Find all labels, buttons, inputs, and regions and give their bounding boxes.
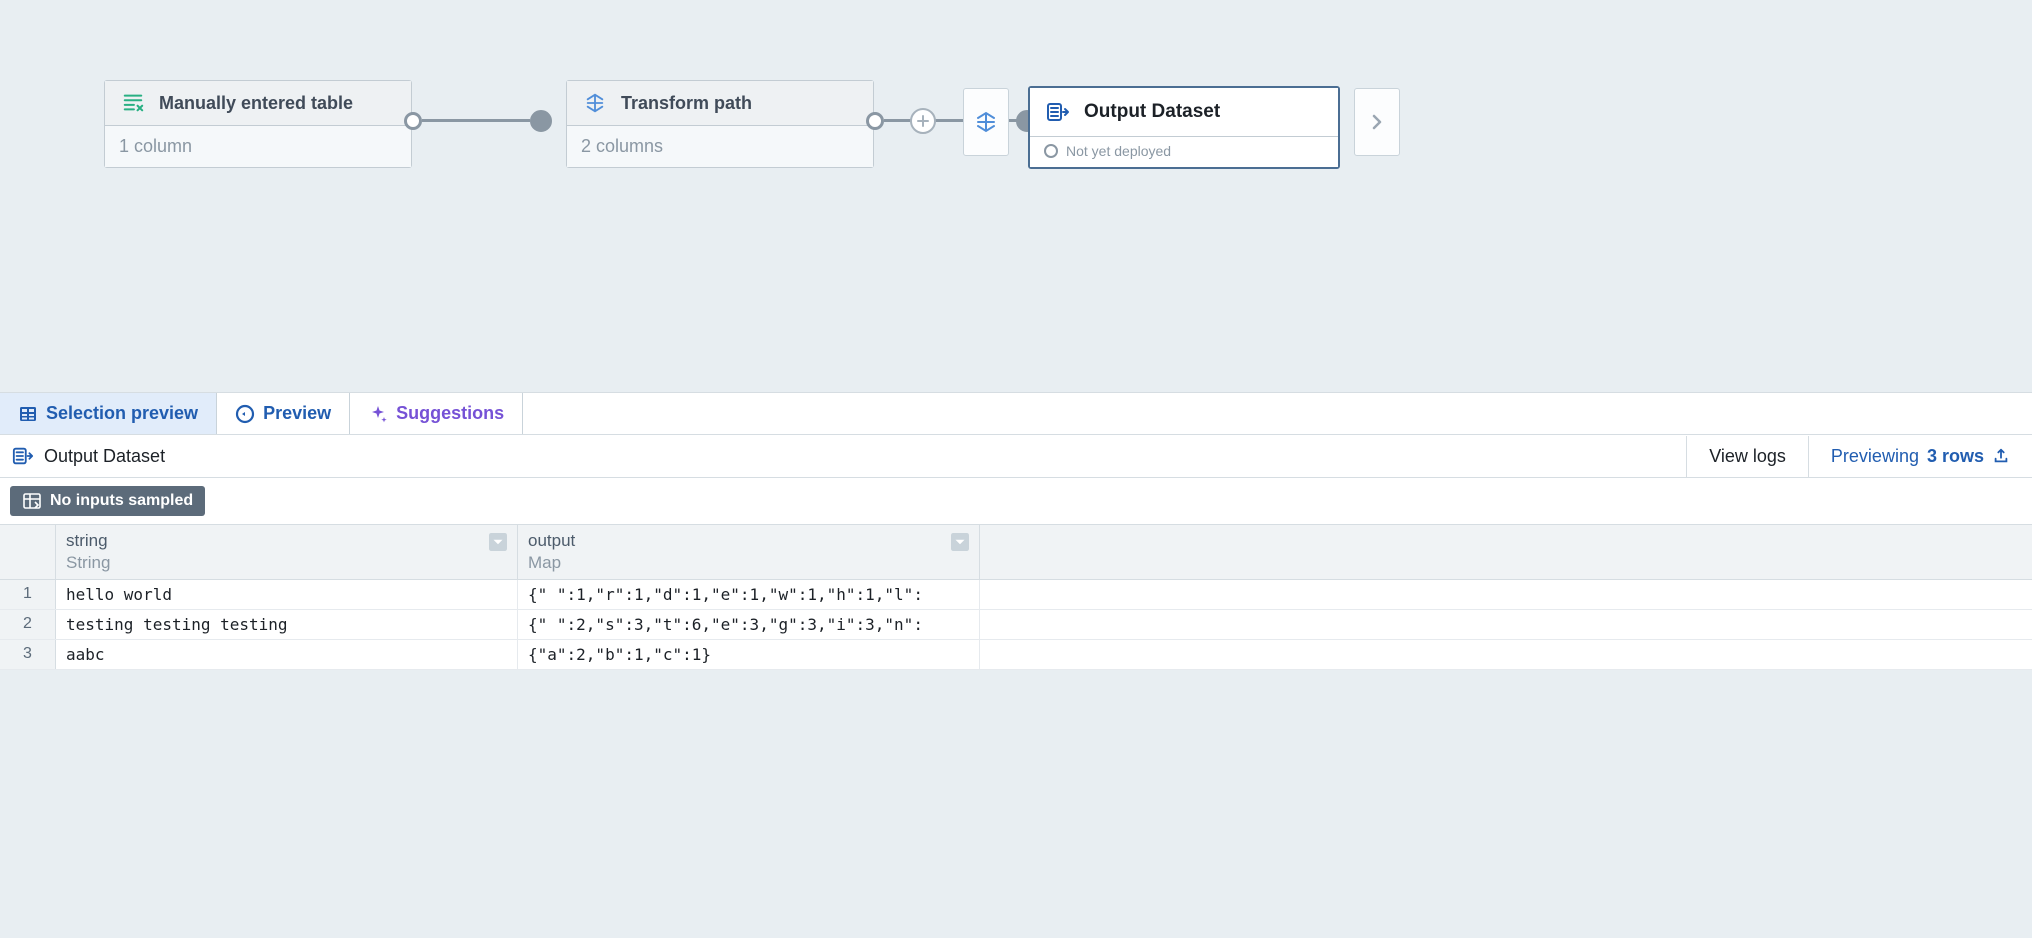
tab-preview[interactable]: Preview: [217, 393, 350, 434]
table-row[interactable]: 1 hello world {" ":1,"r":1,"d":1,"e":1,"…: [0, 580, 2032, 610]
pipeline-canvas[interactable]: Manually entered table 1 column Transfor…: [0, 0, 2032, 392]
column-header-output[interactable]: output Map: [518, 525, 980, 579]
transform-icon: [581, 89, 609, 117]
previewing-info[interactable]: Previewing 3 rows: [1808, 436, 2032, 477]
node-subtitle: 1 column: [105, 126, 411, 167]
transform-chip[interactable]: [963, 88, 1009, 156]
node-title: Transform path: [621, 93, 752, 114]
cell[interactable]: {" ":2,"s":3,"t":6,"e":3,"g":3,"i":3,"n"…: [518, 610, 980, 639]
deploy-status: Not yet deployed: [1066, 143, 1171, 159]
node-subtitle: 2 columns: [567, 126, 873, 167]
node-transform-path[interactable]: Transform path 2 columns: [566, 80, 874, 168]
cell[interactable]: {"a":2,"b":1,"c":1}: [518, 640, 980, 669]
row-number: 1: [0, 580, 56, 609]
preview-icon: [235, 404, 255, 424]
cell[interactable]: {" ":1,"r":1,"d":1,"e":1,"w":1,"h":1,"l"…: [518, 580, 980, 609]
previewing-label: Previewing: [1831, 446, 1919, 467]
expand-next-button[interactable]: [1354, 88, 1400, 156]
row-number: 2: [0, 610, 56, 639]
tab-label: Preview: [263, 403, 331, 424]
filter-dropdown-icon[interactable]: [489, 533, 507, 551]
dataset-output-icon: [1044, 98, 1072, 126]
view-logs-button[interactable]: View logs: [1686, 436, 1808, 477]
node-title: Output Dataset: [1084, 101, 1220, 123]
row-number: 3: [0, 640, 56, 669]
output-port[interactable]: [866, 112, 884, 130]
badge-label: No inputs sampled: [50, 492, 193, 510]
tab-suggestions[interactable]: Suggestions: [350, 393, 523, 434]
node-title: Manually entered table: [159, 93, 353, 114]
tabs: Selection preview Preview Suggestions: [0, 393, 2032, 435]
data-table: string String output Map 1 hello world {…: [0, 525, 2032, 670]
sparkle-icon: [368, 404, 388, 424]
dataset-output-icon: [12, 445, 34, 467]
status-indicator-icon: [1044, 144, 1058, 158]
table-row[interactable]: 3 aabc {"a":2,"b":1,"c":1}: [0, 640, 2032, 670]
add-node-button[interactable]: [910, 108, 936, 134]
cell[interactable]: testing testing testing: [56, 610, 518, 639]
panel-title: Output Dataset: [44, 446, 165, 467]
table-icon: [18, 404, 38, 424]
column-header-string[interactable]: string String: [56, 525, 518, 579]
tab-label: Selection preview: [46, 403, 198, 424]
cell[interactable]: hello world: [56, 580, 518, 609]
input-port[interactable]: [530, 110, 552, 132]
previewing-count: 3 rows: [1927, 446, 1984, 467]
output-port[interactable]: [404, 112, 422, 130]
rownum-header: [0, 525, 56, 579]
tab-label: Suggestions: [396, 403, 504, 424]
tab-selection-preview[interactable]: Selection preview: [0, 393, 217, 434]
inputs-sampled-badge[interactable]: No inputs sampled: [10, 486, 205, 516]
export-icon: [1992, 447, 2010, 465]
filter-dropdown-icon[interactable]: [951, 533, 969, 551]
sample-icon: [22, 491, 42, 511]
table-row[interactable]: 2 testing testing testing {" ":2,"s":3,"…: [0, 610, 2032, 640]
cell[interactable]: aabc: [56, 640, 518, 669]
manual-table-icon: [119, 89, 147, 117]
node-output-dataset[interactable]: Output Dataset Not yet deployed: [1028, 86, 1340, 169]
preview-panel: Selection preview Preview Suggestions Ou…: [0, 392, 2032, 670]
edge: [422, 119, 530, 122]
node-manual-table[interactable]: Manually entered table 1 column: [104, 80, 412, 168]
